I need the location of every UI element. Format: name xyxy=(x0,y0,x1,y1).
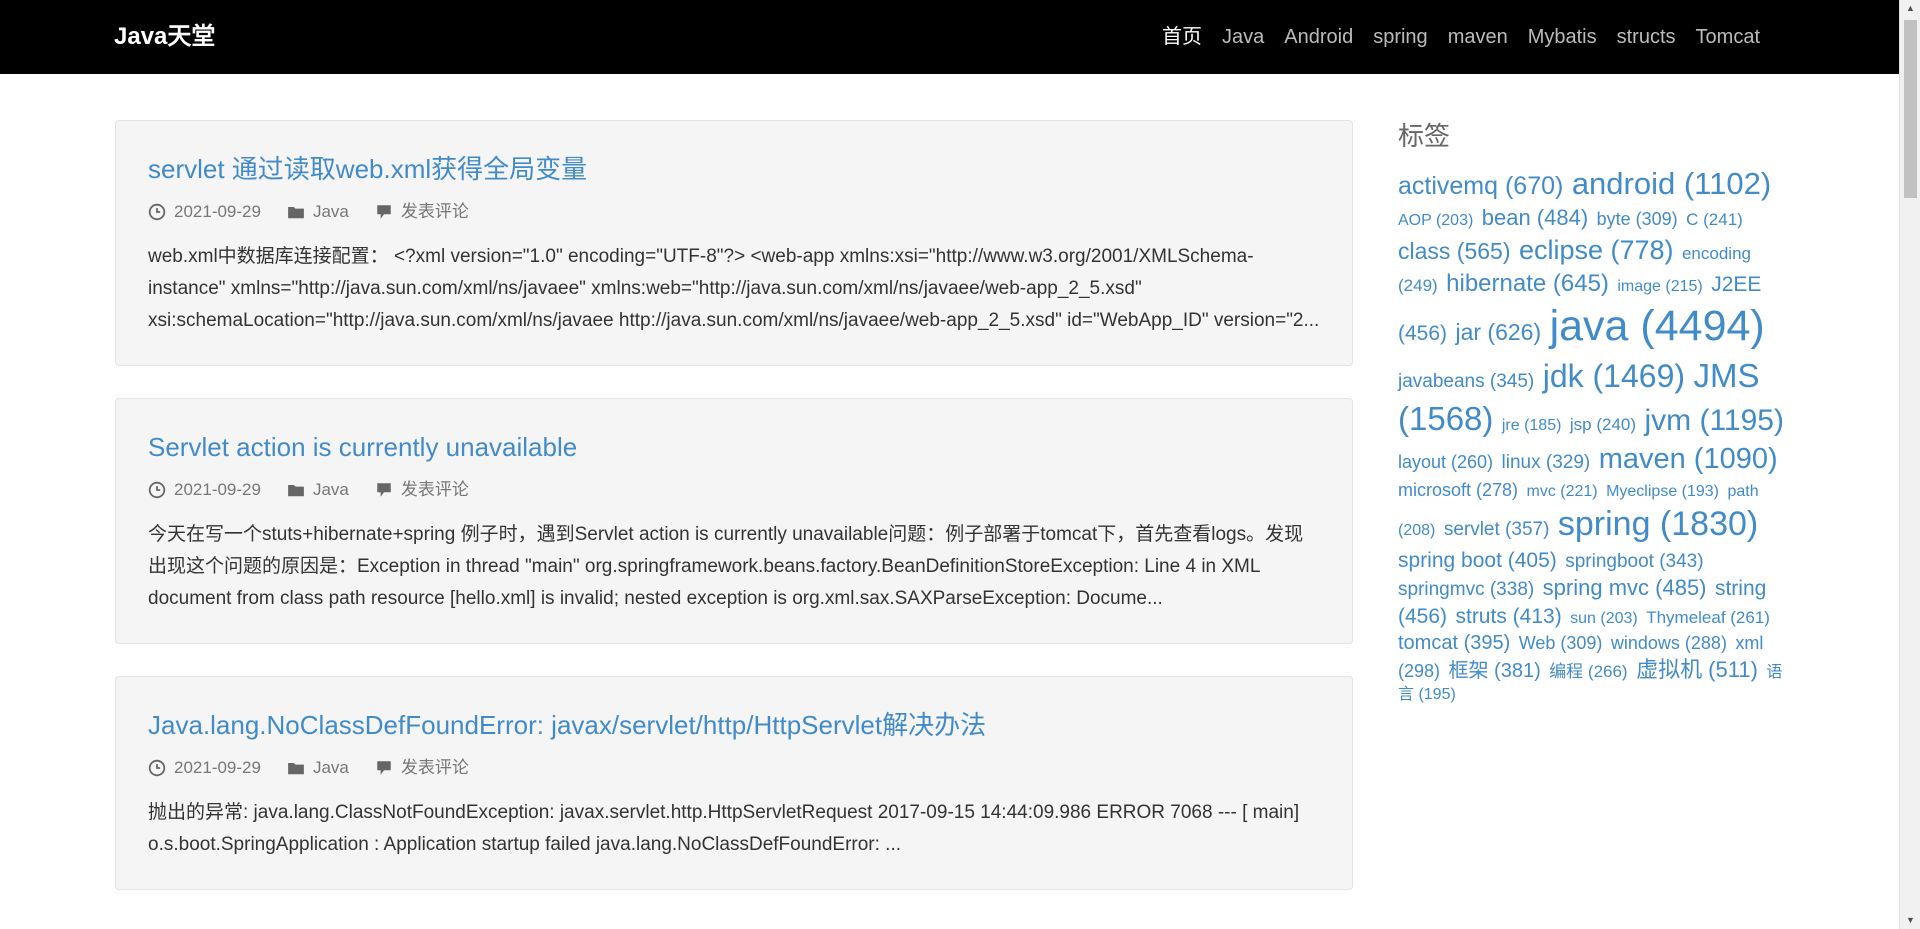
site-brand[interactable]: Java天堂 xyxy=(114,22,215,52)
tag-link[interactable]: tomcat (395) xyxy=(1398,632,1510,654)
post-comment-link[interactable]: 发表评论 xyxy=(401,757,469,779)
tag-link[interactable]: 框架 (381) xyxy=(1448,660,1540,682)
post-date: 2021-09-29 xyxy=(174,758,261,777)
post-category-link[interactable]: Java xyxy=(313,479,349,501)
post-card: servlet 通过读取web.xml获得全局变量 2021-09-29 Jav… xyxy=(115,120,1353,366)
clock-icon xyxy=(148,759,166,777)
comment-icon xyxy=(377,483,391,497)
folder-icon xyxy=(288,484,304,497)
post-category-link[interactable]: Java xyxy=(313,201,349,223)
tag-link[interactable]: javabeans (345) xyxy=(1398,371,1534,392)
tag-link[interactable]: jdk (1469) xyxy=(1543,358,1685,394)
nav-link-spring[interactable]: spring xyxy=(1363,22,1437,52)
post-excerpt: web.xml中数据库连接配置： <?xml version="1.0" enc… xyxy=(148,246,1320,331)
vertical-scrollbar[interactable]: ▲ ▼ xyxy=(1899,0,1920,929)
tag-link[interactable]: jsp (240) xyxy=(1570,415,1636,434)
post-category-link[interactable]: Java xyxy=(313,757,349,779)
nav-link-java[interactable]: Java xyxy=(1212,22,1274,52)
post-title[interactable]: servlet 通过读取web.xml获得全局变量 xyxy=(148,153,1320,185)
tag-link[interactable]: image (215) xyxy=(1617,278,1702,295)
folder-icon xyxy=(288,206,304,219)
comment-icon xyxy=(377,761,391,775)
tag-link[interactable]: activemq (670) xyxy=(1398,172,1563,200)
scroll-down-arrow-icon[interactable]: ▼ xyxy=(1900,912,1920,929)
tag-link[interactable]: maven (1090) xyxy=(1599,443,1778,475)
nav-link-mybatis[interactable]: Mybatis xyxy=(1518,22,1607,52)
post-title[interactable]: Servlet action is currently unavailable xyxy=(148,431,1320,463)
tag-link[interactable]: Myeclipse (193) xyxy=(1606,483,1719,500)
nav-link-maven[interactable]: maven xyxy=(1438,22,1518,52)
tag-link[interactable]: jre (185) xyxy=(1502,417,1562,434)
tag-link[interactable]: AOP (203) xyxy=(1398,212,1473,229)
post-comment-link[interactable]: 发表评论 xyxy=(401,479,469,501)
tag-link[interactable]: linux (329) xyxy=(1502,452,1591,473)
nav-link-android[interactable]: Android xyxy=(1274,22,1363,52)
clock-icon xyxy=(148,481,166,499)
post-date: 2021-09-29 xyxy=(174,480,261,499)
tag-link[interactable]: android (1102) xyxy=(1572,166,1771,201)
tag-link[interactable]: hibernate (645) xyxy=(1446,270,1609,297)
tag-link[interactable]: mvc (221) xyxy=(1527,483,1598,500)
tag-link[interactable]: sun (203) xyxy=(1570,610,1638,627)
tag-link[interactable]: struts (413) xyxy=(1455,605,1561,628)
post-meta: 2021-09-29 Java 发表评论 xyxy=(148,201,1320,223)
tag-link[interactable]: spring mvc (485) xyxy=(1543,575,1707,600)
post-title[interactable]: Java.lang.NoClassDefFoundError: javax/se… xyxy=(148,709,1320,741)
post-comment-link[interactable]: 发表评论 xyxy=(401,201,469,223)
comment-icon xyxy=(377,205,391,219)
nav-link-home[interactable]: 首页 xyxy=(1152,22,1212,52)
tag-link[interactable]: bean (484) xyxy=(1482,205,1588,230)
tag-link[interactable]: spring (1830) xyxy=(1558,505,1758,543)
sidebar: 标签 activemq (670) android (1102) AOP (20… xyxy=(1398,118,1788,706)
tag-link[interactable]: 编程 (266) xyxy=(1549,662,1627,681)
tag-link[interactable]: spring boot (405) xyxy=(1398,549,1557,572)
tag-link[interactable]: java (4494) xyxy=(1550,302,1765,350)
post-card: Servlet action is currently unavailable … xyxy=(115,398,1353,644)
tag-link[interactable]: 虚拟机 (511) xyxy=(1636,657,1758,682)
tag-link[interactable]: byte (309) xyxy=(1597,209,1678,229)
tag-link[interactable]: servlet (357) xyxy=(1444,519,1550,540)
post-excerpt: 今天在写一个stuts+hibernate+spring 例子时，遇到Servl… xyxy=(148,524,1304,609)
scroll-thumb[interactable] xyxy=(1904,20,1917,198)
post-excerpt: 抛出的异常: java.lang.ClassNotFoundException:… xyxy=(148,802,1300,855)
clock-icon xyxy=(148,203,166,221)
post-date: 2021-09-29 xyxy=(174,202,261,221)
tag-link[interactable]: layout (260) xyxy=(1398,452,1493,472)
tag-link[interactable]: windows (288) xyxy=(1611,633,1727,653)
tag-link[interactable]: class (565) xyxy=(1398,238,1510,264)
tag-link[interactable]: springboot (343) xyxy=(1565,551,1703,572)
tag-cloud: activemq (670) android (1102) AOP (203) … xyxy=(1398,164,1788,706)
tag-link[interactable]: jar (626) xyxy=(1455,319,1541,345)
post-card: Java.lang.NoClassDefFoundError: javax/se… xyxy=(115,676,1353,890)
scroll-up-arrow-icon[interactable]: ▲ xyxy=(1900,0,1920,17)
tag-link[interactable]: springmvc (338) xyxy=(1398,579,1534,600)
tag-link[interactable]: microsoft (278) xyxy=(1398,480,1518,500)
post-meta: 2021-09-29 Java 发表评论 xyxy=(148,479,1320,501)
tag-link[interactable]: Web (309) xyxy=(1519,633,1603,653)
top-navbar: Java天堂 首页 Java Android spring maven Myba… xyxy=(0,0,1899,74)
tag-link[interactable]: jvm (1195) xyxy=(1644,404,1783,437)
tag-link[interactable]: eclipse (778) xyxy=(1519,235,1674,265)
tag-link[interactable]: Thymeleaf (261) xyxy=(1646,608,1770,627)
post-meta: 2021-09-29 Java 发表评论 xyxy=(148,757,1320,779)
post-list: servlet 通过读取web.xml获得全局变量 2021-09-29 Jav… xyxy=(115,120,1353,922)
nav-link-structs[interactable]: structs xyxy=(1607,22,1686,52)
nav-link-tomcat[interactable]: Tomcat xyxy=(1686,22,1770,52)
folder-icon xyxy=(288,762,304,775)
nav-menu: 首页 Java Android spring maven Mybatis str… xyxy=(1152,22,1770,52)
tag-link[interactable]: C (241) xyxy=(1686,210,1743,229)
sidebar-title: 标签 xyxy=(1398,121,1451,151)
